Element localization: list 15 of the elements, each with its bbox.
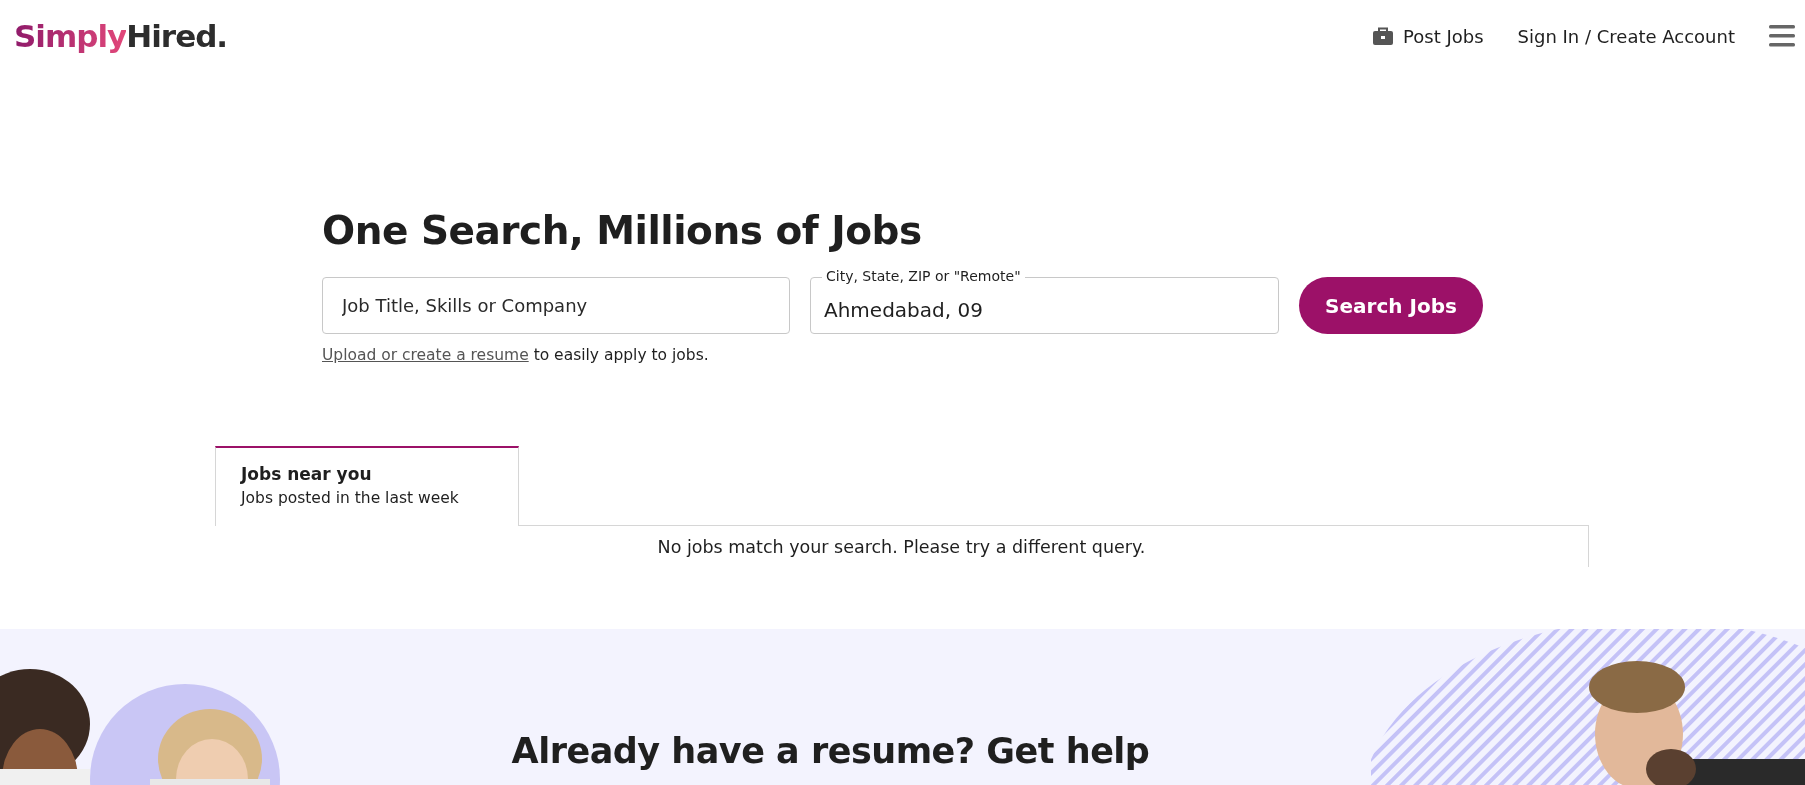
tab-subtitle: Jobs posted in the last week bbox=[241, 489, 460, 507]
resume-hint: Upload or create a resume to easily apply to jobs. bbox=[322, 346, 710, 364]
tab-title: Jobs near you bbox=[241, 464, 373, 484]
menu-icon[interactable] bbox=[1769, 25, 1795, 47]
search-jobs-button[interactable]: Search Jobs bbox=[1299, 277, 1483, 334]
page-title: One Search, Millions of Jobs bbox=[322, 208, 923, 253]
jobs-tab[interactable]: Jobs near you Jobs posted in the last week bbox=[215, 446, 519, 526]
location-field[interactable]: City, State, ZIP or "Remote" Ahmedabad, 09 bbox=[810, 267, 1279, 334]
briefcase-icon bbox=[1373, 27, 1394, 45]
no-results-message: No jobs match your search. Please try a different query. bbox=[657, 536, 1146, 557]
post-jobs-link[interactable]: Post Jobs bbox=[1373, 25, 1484, 47]
sign-in-link[interactable]: Sign In / Create Account bbox=[1517, 25, 1735, 47]
upload-resume-link[interactable]: Upload or create a resume bbox=[322, 346, 529, 364]
location-input[interactable]: Ahmedabad, 09 bbox=[824, 297, 1265, 322]
promo-heading: Already have a resume? Get help bbox=[511, 731, 1150, 773]
